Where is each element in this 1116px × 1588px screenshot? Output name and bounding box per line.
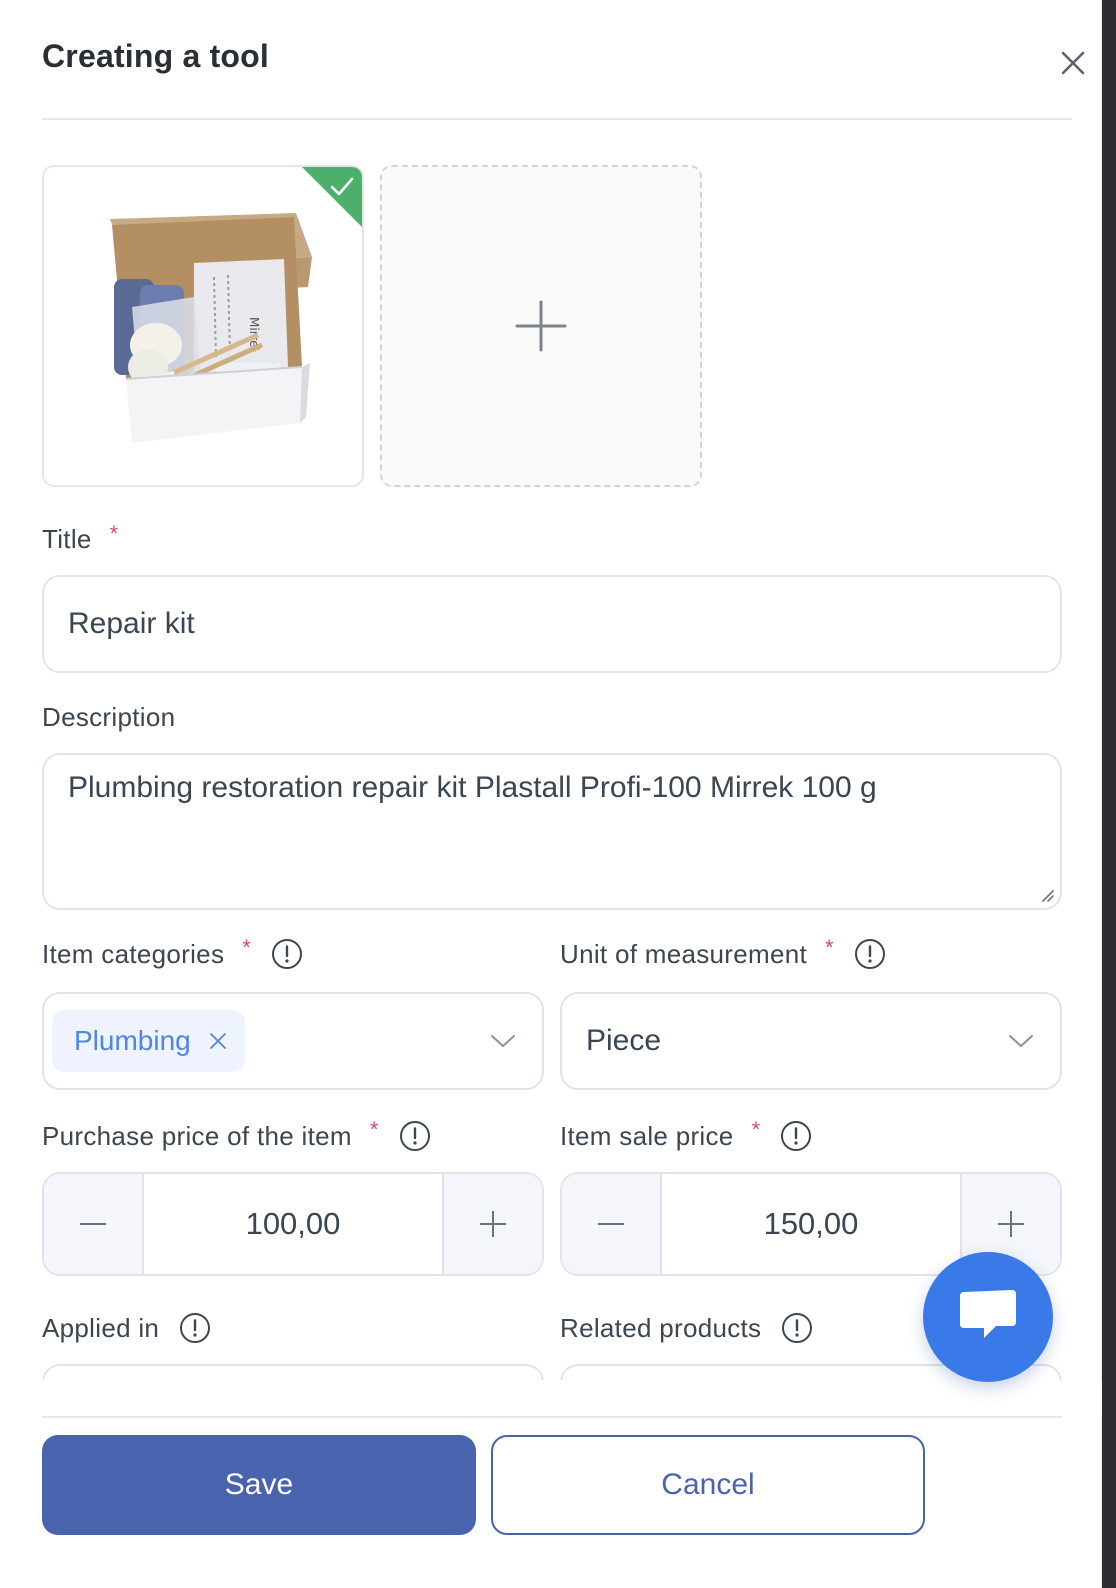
decrement-button[interactable] bbox=[562, 1174, 662, 1274]
purchase-price-stepper: 100,00 bbox=[42, 1172, 544, 1276]
required-mark: * bbox=[825, 935, 834, 960]
footer-divider bbox=[42, 1416, 1062, 1418]
related-products-label: Related products bbox=[560, 1312, 813, 1344]
required-mark: * bbox=[369, 1117, 379, 1142]
check-icon bbox=[302, 167, 362, 227]
related-products-label-text: Related products bbox=[560, 1312, 762, 1343]
remove-chip-icon[interactable] bbox=[209, 1032, 227, 1050]
close-icon bbox=[1061, 51, 1085, 75]
close-button[interactable] bbox=[1058, 48, 1088, 78]
unit-select[interactable]: Piece bbox=[560, 992, 1062, 1090]
chevron-down-icon[interactable] bbox=[490, 1033, 516, 1049]
photo-thumbnail[interactable]: Mirrek bbox=[42, 165, 364, 487]
description-label: Description bbox=[42, 702, 175, 733]
decrement-button[interactable] bbox=[44, 1174, 144, 1274]
applied-in-label: Applied in bbox=[42, 1312, 211, 1344]
info-icon[interactable] bbox=[271, 938, 303, 970]
description-textarea-value: Plumbing restoration repair kit Plastall… bbox=[68, 771, 877, 804]
purchase-price-input[interactable]: 100,00 bbox=[144, 1174, 442, 1274]
info-icon[interactable] bbox=[399, 1120, 431, 1152]
description-textarea[interactable]: Plumbing restoration repair kit Plastall… bbox=[42, 753, 1062, 910]
page-title: Creating a tool bbox=[42, 38, 270, 74]
unit-label: Unit of measurement * bbox=[560, 935, 886, 970]
purchase-price-label-text: Purchase price of the item bbox=[42, 1120, 352, 1151]
title-input[interactable]: Repair kit bbox=[42, 575, 1062, 673]
plus-icon bbox=[515, 300, 567, 352]
chevron-down-icon[interactable] bbox=[1008, 1033, 1034, 1049]
add-photo-button[interactable] bbox=[380, 165, 702, 487]
info-icon[interactable] bbox=[781, 1312, 813, 1344]
required-mark: * bbox=[751, 1117, 761, 1142]
scroll-clip bbox=[0, 1380, 1102, 1416]
applied-in-label-text: Applied in bbox=[42, 1312, 160, 1343]
categories-select[interactable]: Plumbing bbox=[42, 992, 544, 1090]
category-chip-label: Plumbing bbox=[74, 1025, 191, 1056]
create-tool-panel: Creating a tool Mirrek bbox=[0, 0, 1102, 1588]
title-label: Title * bbox=[42, 520, 119, 555]
category-chip: Plumbing bbox=[52, 1010, 245, 1072]
dialog-header: Creating a tool bbox=[42, 38, 1085, 120]
required-mark: * bbox=[109, 520, 119, 546]
save-button[interactable]: Save bbox=[42, 1435, 476, 1535]
title-input-value: Repair kit bbox=[68, 607, 195, 640]
info-icon[interactable] bbox=[179, 1312, 211, 1344]
sale-price-label: Item sale price * bbox=[560, 1117, 812, 1152]
plus-icon bbox=[480, 1211, 506, 1237]
info-icon[interactable] bbox=[854, 938, 886, 970]
description-label-text: Description bbox=[42, 702, 176, 732]
minus-icon bbox=[80, 1223, 106, 1225]
unit-label-text: Unit of measurement bbox=[560, 938, 808, 969]
chat-button[interactable] bbox=[923, 1252, 1053, 1382]
chat-bubble-icon bbox=[960, 1290, 1016, 1338]
title-label-text: Title bbox=[42, 524, 92, 554]
increment-button[interactable] bbox=[442, 1174, 542, 1274]
categories-label-text: Item categories bbox=[42, 938, 225, 969]
unit-select-value: Piece bbox=[586, 1024, 662, 1057]
minus-icon bbox=[598, 1223, 624, 1225]
info-icon[interactable] bbox=[780, 1120, 812, 1152]
plus-icon bbox=[998, 1211, 1024, 1237]
purchase-price-label: Purchase price of the item * bbox=[42, 1117, 431, 1152]
sale-price-input[interactable]: 150,00 bbox=[662, 1174, 960, 1274]
required-mark: * bbox=[242, 935, 252, 960]
resize-grip-icon[interactable] bbox=[1040, 888, 1054, 902]
categories-label: Item categories * bbox=[42, 935, 303, 970]
cancel-button[interactable]: Cancel bbox=[491, 1435, 925, 1535]
sale-price-label-text: Item sale price bbox=[560, 1120, 734, 1151]
